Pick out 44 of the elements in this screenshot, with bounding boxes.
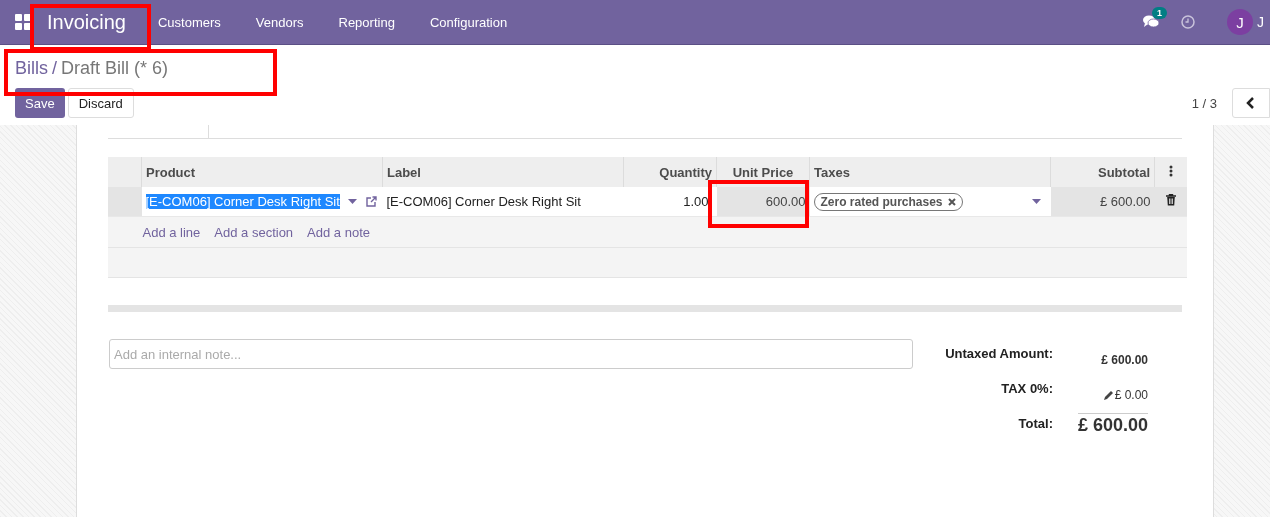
pager-counter: 1 / 3 [1191, 95, 1217, 111]
chevron-left-icon [1246, 97, 1256, 109]
column-header[interactable]: Quantity [623, 157, 717, 187]
add-line-link[interactable]: Add a note [307, 224, 370, 240]
breadcrumb-current: Draft Bill (* 6) [61, 58, 169, 79]
breadcrumb-link[interactable]: Bills [15, 58, 48, 79]
total-value: £ 600.00 [1101, 353, 1148, 367]
unit-price-cell: 600.00 [765, 194, 806, 209]
external-link-icon[interactable] [364, 195, 377, 208]
app-name[interactable]: Invoicing [47, 10, 126, 34]
breadcrumb-separator: / [52, 58, 58, 79]
previous-button[interactable] [1232, 88, 1270, 118]
add-line-link[interactable]: Add a line [142, 224, 201, 240]
user-avatar[interactable]: J [1227, 9, 1253, 35]
chat-icon[interactable] [1143, 15, 1159, 29]
total-value: £ 0.00 [1114, 388, 1148, 402]
trash-icon[interactable] [1165, 194, 1176, 206]
column-options-icon[interactable] [1169, 164, 1173, 177]
quantity-input[interactable]: 1.00 [683, 194, 709, 209]
add-line-link[interactable]: Add a section [214, 224, 294, 240]
dropdown-caret-icon[interactable] [1031, 199, 1041, 204]
user-name[interactable]: J [1257, 14, 1264, 30]
total-label: TAX 0%: [1000, 380, 1053, 398]
menu-item[interactable]: Vendors [255, 14, 304, 30]
internal-note-field[interactable]: Add an internal note... [109, 339, 913, 369]
pencil-icon[interactable] [1102, 389, 1114, 401]
clock-icon[interactable] [1181, 15, 1195, 29]
column-header[interactable]: Taxes [809, 157, 1051, 187]
apps-grid-icon[interactable] [15, 14, 31, 30]
column-header[interactable]: Subtotal [1050, 157, 1155, 187]
total-label: Total: [1017, 415, 1053, 433]
menu-item[interactable]: Configuration [429, 14, 508, 30]
menu-item[interactable]: Reporting [338, 14, 395, 30]
dropdown-caret-icon[interactable] [347, 199, 357, 204]
menu-item[interactable]: Customers [157, 14, 221, 30]
label-input[interactable]: [E-COM06] Corner Desk Right Sit [386, 194, 581, 209]
column-header[interactable]: Product [141, 157, 383, 187]
total-value: £ 600.00 [1077, 415, 1148, 436]
total-label: Untaxed Amount: [944, 345, 1053, 363]
column-header[interactable]: Label [382, 157, 624, 187]
subtotal-cell: £ 600.00 [1099, 194, 1151, 209]
remove-tag-icon[interactable] [947, 197, 956, 206]
message-count-badge: 1 [1152, 7, 1167, 19]
product-input[interactable]: [E-COM06] Corner Desk Right Sit [145, 194, 340, 209]
